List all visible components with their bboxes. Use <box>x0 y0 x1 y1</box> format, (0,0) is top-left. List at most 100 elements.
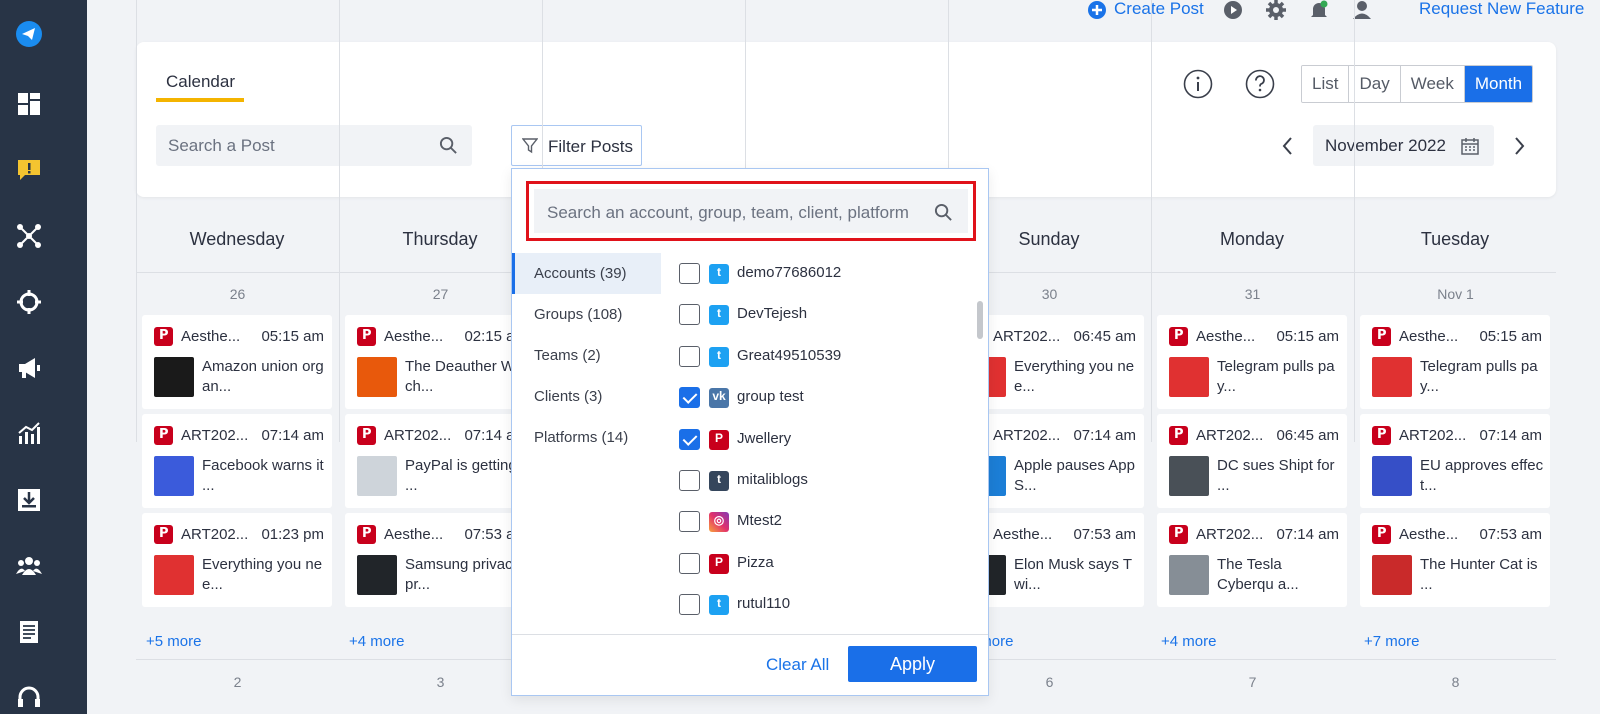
account-checkbox[interactable] <box>679 345 700 367</box>
account-row[interactable]: t demo77686012 <box>679 262 969 286</box>
post-text: The Tesla Cyberqu a... <box>1217 556 1299 593</box>
account-row[interactable]: P Pizza <box>679 552 969 576</box>
megaphone-icon[interactable] <box>14 353 44 383</box>
account-checkbox[interactable] <box>679 552 700 574</box>
date-number: 26 <box>229 286 246 302</box>
account-row[interactable]: t mitaliblogs <box>679 469 969 493</box>
date-number: 8 <box>1451 674 1460 690</box>
inbox-download-icon[interactable] <box>14 485 44 515</box>
post-time: 07:14 am <box>261 427 324 444</box>
post-card[interactable]: ART202... 07:14 am EU approves effec t... <box>1360 414 1550 508</box>
post-text: Everything you ne e... <box>1014 358 1135 395</box>
pinterest-icon <box>1372 525 1391 544</box>
date-number: Nov 1 <box>1437 286 1474 302</box>
post-card[interactable]: Aesthe... 05:15 am Telegram pulls pa y... <box>1157 315 1347 409</box>
post-time: 07:14 am <box>1276 526 1339 543</box>
dashboard-icon[interactable] <box>14 89 44 119</box>
category-teams[interactable]: Teams (2) <box>512 335 661 376</box>
category-groups[interactable]: Groups (108) <box>512 294 661 335</box>
post-card[interactable]: ART202... 01:23 pm Everything you ne e... <box>142 513 332 607</box>
post-text: EU approves effec t... <box>1420 457 1544 494</box>
filter-search-placeholder: Search an account, group, team, client, … <box>547 203 909 222</box>
post-account: Aesthe... <box>1399 328 1459 345</box>
filter-categories: Accounts (39) Groups (108) Teams (2) Cli… <box>512 253 661 695</box>
account-checkbox[interactable] <box>679 304 700 326</box>
post-card[interactable]: Aesthe... 05:15 am Amazon union org an... <box>142 315 332 409</box>
account-row[interactable]: t Great49510539 <box>679 345 969 369</box>
more-posts-link[interactable]: +4 more <box>349 633 404 650</box>
account-name: rutul110 <box>737 595 791 613</box>
post-account: ART202... <box>181 427 249 444</box>
account-list-scrollbar[interactable] <box>977 301 983 339</box>
more-posts-link[interactable]: +5 more <box>146 633 201 650</box>
category-platforms[interactable]: Platforms (14) <box>512 417 661 458</box>
post-thumbnail <box>1372 357 1412 397</box>
post-time: 06:45 am <box>1073 328 1136 345</box>
more-posts-link[interactable]: +7 more <box>1364 633 1419 650</box>
paper-plane-icon[interactable] <box>14 19 44 49</box>
filter-search-input[interactable]: Search an account, group, team, client, … <box>526 181 976 241</box>
post-card[interactable]: Aesthe... 05:15 am Telegram pulls pa y... <box>1360 315 1550 409</box>
post-account: Aesthe... <box>384 526 444 543</box>
pinterest-icon <box>154 327 173 346</box>
account-checkbox[interactable] <box>679 470 700 491</box>
headset-icon[interactable] <box>14 683 44 713</box>
chat-alert-icon[interactable] <box>14 155 44 185</box>
post-card[interactable]: ART202... 07:14 am The Tesla Cyberqu a... <box>1157 513 1347 607</box>
document-icon[interactable] <box>14 617 44 647</box>
post-card[interactable]: Aesthe...07:53 amSamsung privacy pr... <box>345 513 535 607</box>
apply-button[interactable]: Apply <box>848 646 977 682</box>
post-card[interactable]: Aesthe...02:15 amThe Deauther Wa ch... <box>345 315 535 409</box>
post-account: Aesthe... <box>384 328 444 345</box>
account-row[interactable]: t DevTejesh <box>679 303 969 327</box>
post-card[interactable]: ART202... 07:14 am Facebook warns it ... <box>142 414 332 508</box>
post-account: ART202... <box>993 328 1061 345</box>
post-account: Aesthe... <box>993 526 1053 543</box>
post-thumbnail <box>154 555 194 595</box>
account-row[interactable]: vk group test <box>679 386 969 410</box>
account-checkbox[interactable] <box>679 387 700 409</box>
target-icon[interactable] <box>14 287 44 317</box>
post-text: Telegram pulls pa y... <box>1420 358 1538 395</box>
sidebar <box>0 0 87 714</box>
pinterest-icon <box>1169 327 1188 346</box>
account-checkbox[interactable] <box>679 511 700 533</box>
account-name: group test <box>737 388 804 406</box>
post-card[interactable]: ART202...07:14 amPayPal is getting ... <box>345 414 535 508</box>
account-checkbox[interactable] <box>679 594 700 616</box>
account-row[interactable]: P Jwellery <box>679 428 969 452</box>
account-checkbox[interactable] <box>679 263 700 284</box>
post-account: ART202... <box>1196 526 1264 543</box>
pinterest-icon <box>154 426 173 445</box>
post-card[interactable]: ART202... 06:45 am DC sues Shipt for ... <box>1157 414 1347 508</box>
analytics-icon[interactable] <box>14 419 44 449</box>
post-account: ART202... <box>181 526 249 543</box>
more-posts-link[interactable]: +4 more <box>1161 633 1216 650</box>
date-number: 2 <box>233 674 242 690</box>
post-time: 07:53 am <box>1073 526 1136 543</box>
post-text: Elon Musk says T wi... <box>1014 556 1132 593</box>
post-account: Aesthe... <box>1196 328 1256 345</box>
post-time: 07:14 am <box>1479 427 1542 444</box>
account-checkbox[interactable] <box>679 428 700 450</box>
account-name: Great49510539 <box>737 346 842 364</box>
pinterest-icon <box>1372 426 1391 445</box>
post-card[interactable]: Aesthe... 07:53 am The Hunter Cat is ... <box>1360 513 1550 607</box>
account-list: t demo77686012 t DevTejesh t Great49510539 vk g… <box>661 253 979 621</box>
post-time: 05:15 am <box>261 328 324 345</box>
account-row[interactable]: t rutul110 <box>679 593 969 617</box>
date-number: 7 <box>1248 674 1257 690</box>
post-text: Facebook warns it ... <box>202 457 324 494</box>
account-row[interactable]: ◎ Mtest2 <box>679 510 969 534</box>
network-icon[interactable] <box>14 221 44 251</box>
post-account: ART202... <box>1399 427 1467 444</box>
clear-all-button[interactable]: Clear All <box>766 655 829 675</box>
post-thumbnail <box>1169 555 1209 595</box>
category-accounts[interactable]: Accounts (39) <box>512 253 661 294</box>
post-account: Aesthe... <box>181 328 241 345</box>
post-time: 07:53 am <box>1479 526 1542 543</box>
post-text: Everything you ne e... <box>202 556 323 593</box>
post-account: Aesthe... <box>1399 526 1459 543</box>
team-icon[interactable] <box>14 551 44 581</box>
category-clients[interactable]: Clients (3) <box>512 376 661 417</box>
